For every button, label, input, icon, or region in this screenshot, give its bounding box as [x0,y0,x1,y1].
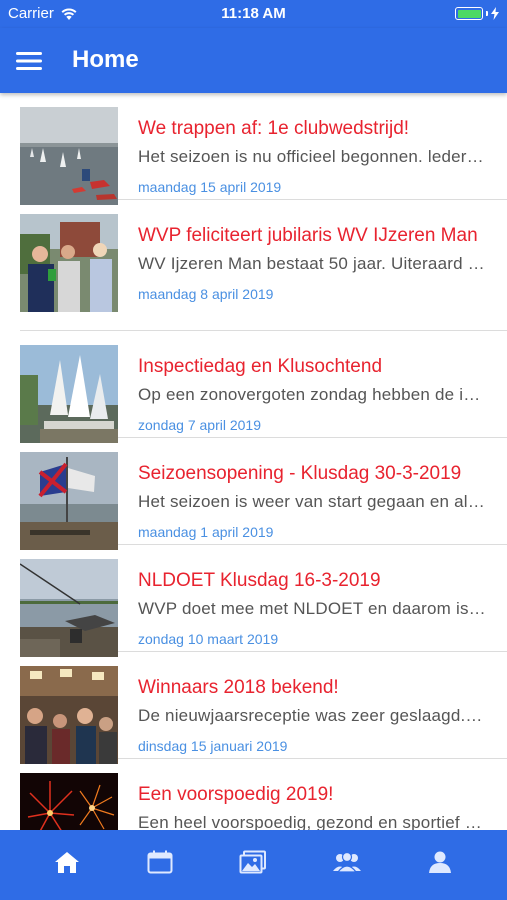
news-date: zondag 10 maart 2019 [138,631,279,647]
news-title: Inspectiedag en Klusochtend [138,356,383,377]
news-item[interactable]: NLDOET Klusdag 16-3-2019 WVP doet mee me… [20,545,507,657]
news-date: maandag 8 april 2019 [138,286,274,302]
news-thumbnail [20,214,118,312]
clock: 11:18 AM [221,5,286,22]
news-title: WVP feliciteert jubilaris WV IJzeren Man [138,225,478,246]
news-title: We trappen af: 1e clubwedstrijd! [138,118,410,139]
home-icon[interactable] [47,842,87,882]
page-title: Home [72,46,139,73]
charging-icon [491,7,499,20]
news-thumbnail [20,107,118,205]
news-thumbnail [20,559,118,657]
news-date: dinsdag 15 januari 2019 [138,738,288,754]
members-icon[interactable] [327,842,367,882]
news-excerpt: De nieuwjaarsreceptie was zeer geslaagd.… [138,706,487,725]
news-excerpt: WV Ijzeren Man bestaat 50 jaar. Uiteraar… [138,254,487,273]
news-title: Een voorspoedig 2019! [138,784,334,805]
news-date: maandag 15 april 2019 [138,179,282,195]
news-item[interactable]: WVP feliciteert jubilaris WV IJzeren Man… [20,200,507,331]
news-title: Winnaars 2018 bekend! [138,677,339,698]
news-item[interactable]: Winnaars 2018 bekend! De nieuwjaarsrecep… [20,652,507,764]
news-date: maandag 1 april 2019 [138,524,274,540]
news-excerpt: Op een zonovergoten zondag hebben de ins… [138,385,487,404]
news-thumbnail [20,773,118,830]
news-excerpt: Het seizoen is weer van start gegaan en … [138,492,487,511]
news-item[interactable]: Inspectiedag en Klusochtend Op een zonov… [20,331,507,443]
photos-icon[interactable] [233,842,273,882]
news-list: We trappen af: 1e clubwedstrijd! Het sei… [0,93,507,830]
news-title: Seizoensopening - Klusdag 30-3-2019 [138,463,462,484]
news-item[interactable]: We trappen af: 1e clubwedstrijd! Het sei… [20,93,507,205]
profile-icon[interactable] [420,842,460,882]
news-date: zondag 7 april 2019 [138,417,261,433]
news-item[interactable]: Seizoensopening - Klusdag 30-3-2019 Het … [20,438,507,550]
news-excerpt: Een heel voorspoedig, gezond en sportief… [138,813,487,830]
news-item[interactable]: Een voorspoedig 2019! Een heel voorspoed… [20,759,507,830]
status-bar: Carrier 11:18 AM [0,0,507,28]
hamburger-icon[interactable] [16,46,46,76]
calendar-icon[interactable] [140,842,180,882]
news-thumbnail [20,345,118,443]
news-thumbnail [20,666,118,764]
app-bar: Home [0,28,507,93]
news-excerpt: Het seizoen is nu officieel begonnen. le… [138,147,487,166]
battery-icon [455,7,499,20]
tab-bar [0,830,507,900]
news-title: NLDOET Klusdag 16-3-2019 [138,570,381,591]
news-thumbnail [20,452,118,550]
news-excerpt: WVP doet mee met NLDOET en daarom is er [138,599,487,618]
